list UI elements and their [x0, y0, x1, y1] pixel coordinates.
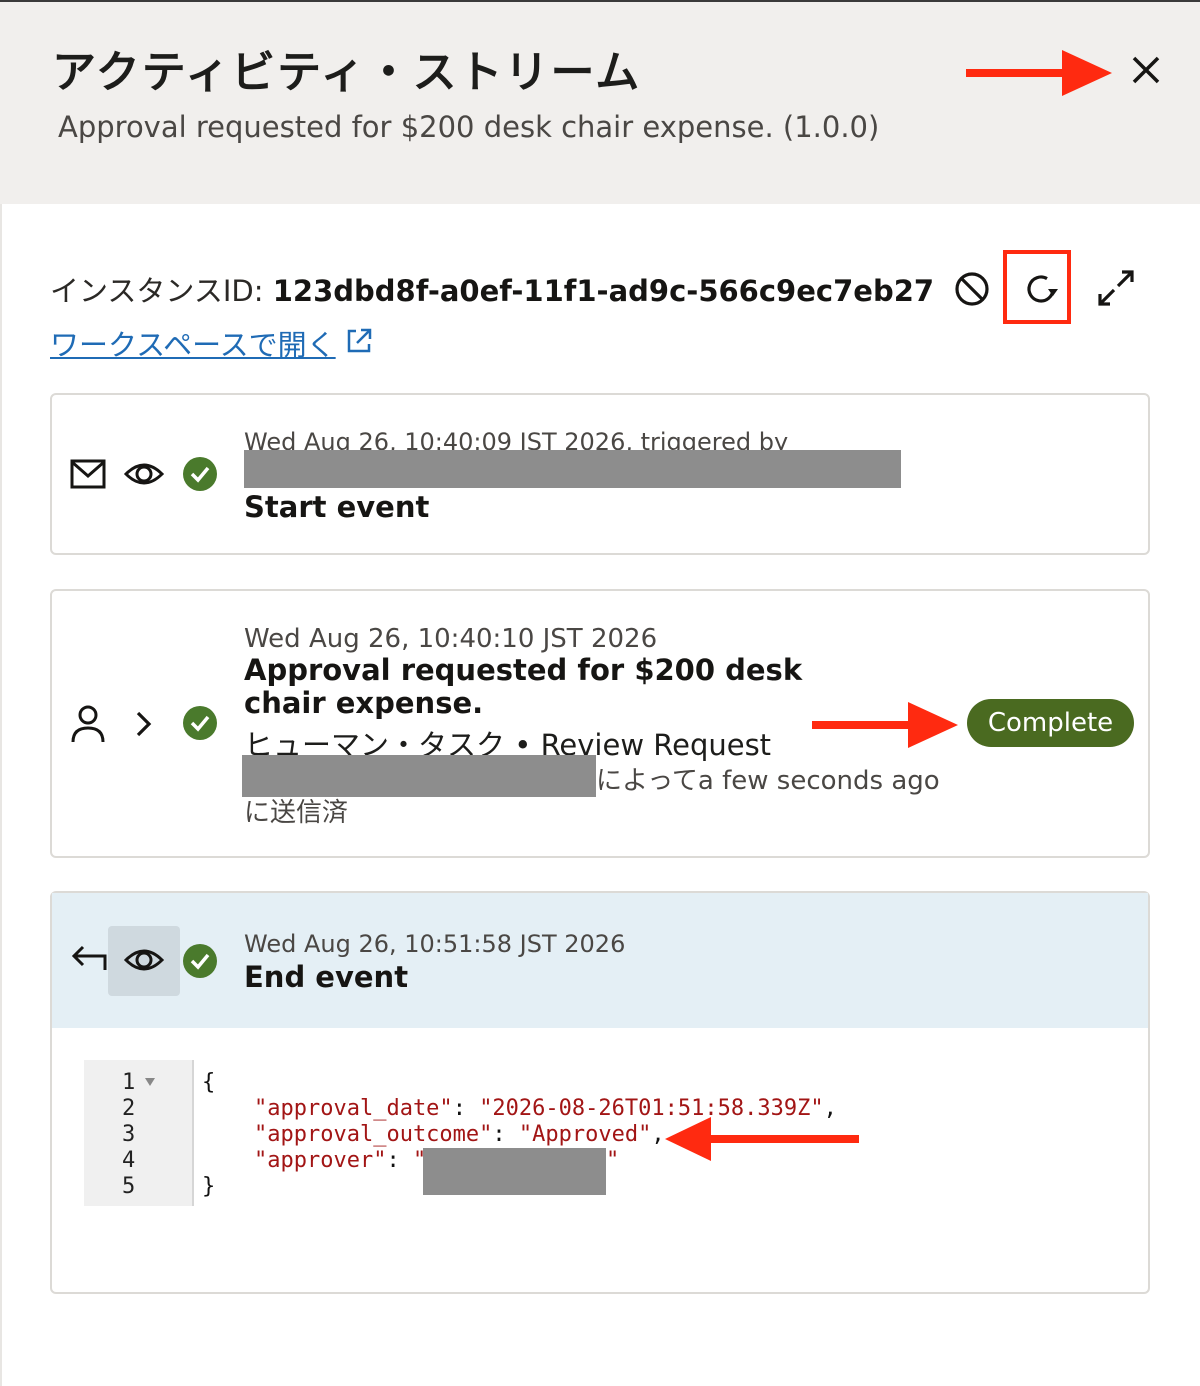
event-timestamp: Wed Aug 26, 10:51:58 JST 2026 [244, 930, 626, 958]
status-badge: Complete [967, 699, 1134, 747]
open-workspace-label: ワークスペースで開く [50, 328, 336, 362]
annotation-arrow-close [966, 50, 1112, 96]
event-title: Start event [244, 490, 430, 524]
line-number: 5 [122, 1174, 136, 1199]
expand-icon[interactable] [1096, 268, 1136, 308]
code-line: "approver": " [254, 1148, 427, 1173]
external-link-icon [347, 328, 371, 353]
code-line: } [202, 1174, 216, 1199]
return-arrow-icon [71, 945, 107, 970]
open-workspace-link[interactable]: ワークスペースで開く [50, 322, 374, 364]
event-timestamp: Wed Aug 26, 10:40:10 JST 2026 [244, 624, 658, 654]
panel-left-border [0, 204, 2, 1386]
eye-icon[interactable] [124, 942, 164, 978]
annotation-arrow-status [812, 702, 958, 748]
page-title: アクティビティ・ストリーム [52, 47, 642, 98]
cancel-icon[interactable] [953, 270, 991, 308]
redacted-user [244, 450, 901, 488]
check-circle-icon [183, 706, 217, 740]
refresh-icon[interactable] [1022, 270, 1060, 308]
redacted-approver [423, 1148, 606, 1195]
eye-icon[interactable] [124, 456, 164, 492]
line-number: 1 [122, 1070, 136, 1095]
fold-toggle-icon[interactable] [144, 1077, 156, 1087]
mail-icon [70, 459, 106, 489]
code-line: { [202, 1070, 216, 1095]
code-line: "approval_outcome": "Approved", [254, 1122, 665, 1147]
check-circle-icon [183, 944, 217, 978]
sent-label: に送信済 [244, 798, 349, 828]
event-title: End event [244, 960, 409, 994]
event-title: Approval requested for $200 desk chair e… [244, 653, 803, 720]
panel-header [0, 2, 1200, 204]
page-subtitle: Approval requested for $200 desk chair e… [58, 110, 880, 144]
line-number: 4 [122, 1148, 136, 1173]
instance-id-label: インスタンスID: [50, 274, 273, 308]
close-icon[interactable] [1126, 50, 1166, 90]
person-icon [71, 705, 105, 743]
line-gutter [84, 1060, 194, 1206]
chevron-right-icon[interactable] [132, 708, 156, 740]
instance-id-value: 123dbd8f-a0ef-11f1-ad9c-566c9ec7eb27 [272, 274, 935, 308]
sent-time: によってa few seconds ago [596, 766, 940, 796]
instance-id-row: インスタンスID: 123dbd8f-a0ef-11f1-ad9c-566c9e… [50, 268, 934, 310]
redacted-user [242, 755, 596, 797]
annotation-arrow-outcome [665, 1117, 859, 1161]
check-circle-icon [183, 457, 217, 491]
line-number: 2 [122, 1096, 136, 1121]
line-number: 3 [122, 1122, 136, 1147]
code-line: " [606, 1148, 620, 1173]
